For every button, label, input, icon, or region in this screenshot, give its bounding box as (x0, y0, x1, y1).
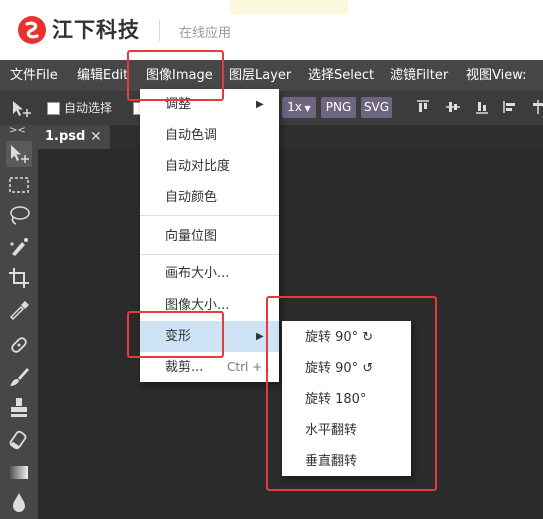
menu-divider (140, 215, 279, 216)
vector-bitmap-label: 向量位图 (165, 229, 218, 244)
eyedropper-icon (9, 301, 29, 321)
document-tab-bar: 1.psd ✕ (38, 125, 543, 149)
crop-icon (9, 268, 29, 288)
marquee-tool[interactable] (6, 172, 32, 198)
menu-select[interactable]: 选择Select (308, 60, 374, 91)
gradient-tool[interactable] (6, 459, 32, 485)
align-top-icon[interactable] (415, 99, 431, 115)
document-tab-label: 1.psd (45, 129, 86, 144)
align-bottom-icon[interactable] (474, 99, 490, 115)
menu-item-auto-contrast[interactable]: 自动对比度 (140, 151, 279, 182)
close-icon[interactable]: ✕ (90, 125, 102, 149)
eraser-icon (9, 430, 27, 450)
header-subtitle[interactable]: 在线应用 (179, 22, 231, 41)
auto-contrast-label: 自动对比度 (165, 159, 231, 174)
document-tab[interactable]: 1.psd ✕ (38, 125, 110, 149)
collapse-panel-icon[interactable]: >< (9, 125, 26, 136)
menu-item-canvas-size[interactable]: 画布大小... (140, 258, 279, 289)
brush-icon (10, 368, 29, 386)
submenu-arrow-icon: ▶ (256, 331, 264, 342)
svg-button[interactable]: SVG (361, 97, 392, 118)
healing-brush-icon (11, 337, 27, 353)
healing-brush-tool[interactable] (6, 332, 32, 358)
move-tool[interactable] (6, 141, 32, 167)
lasso-icon (10, 206, 30, 225)
auto-select-checkbox[interactable] (47, 102, 60, 115)
annotation-box-transform (127, 311, 224, 358)
crop-shortcut: Ctrl + . (227, 360, 270, 374)
menu-item-auto-tone[interactable]: 自动色调 (140, 120, 279, 151)
annotation-box-submenu (266, 296, 437, 491)
tools-panel: >< (0, 125, 38, 519)
menu-layer[interactable]: 图层Layer (229, 60, 291, 91)
marquee-icon (9, 177, 29, 193)
brand-name: 江下科技 (52, 18, 140, 42)
move-tool-icon[interactable] (11, 99, 33, 119)
stamp-icon (11, 398, 27, 417)
chevron-down-icon: ▼ (302, 104, 311, 113)
align-center-icon[interactable] (530, 99, 543, 115)
zoom-select[interactable]: 1x ▼ (282, 97, 316, 118)
gradient-icon (10, 466, 28, 479)
annotation-box-image-menu (127, 50, 224, 101)
menu-item-auto-color[interactable]: 自动颜色 (140, 182, 279, 213)
lasso-tool[interactable] (6, 203, 32, 229)
header-divider (159, 19, 160, 41)
menu-filter[interactable]: 滤镜Filter (390, 60, 448, 91)
menubar: 文件File 编辑Edit 图像Image 图层Layer 选择Select 滤… (0, 60, 543, 91)
quick-select-icon (10, 238, 28, 256)
stamp-tool[interactable] (6, 395, 32, 421)
submenu-arrow-icon: ▶ (256, 99, 264, 110)
quick-select-tool[interactable] (6, 234, 32, 260)
eyedropper-tool[interactable] (6, 296, 32, 322)
blurred-banner (230, 0, 348, 14)
menu-divider (140, 254, 279, 255)
auto-select-label: 自动选择 (64, 101, 113, 115)
app-header: 江下科技 在线应用 (0, 0, 543, 60)
auto-tone-label: 自动色调 (165, 128, 218, 143)
auto-color-label: 自动颜色 (165, 190, 218, 205)
png-button[interactable]: PNG (321, 97, 356, 118)
blur-drop-icon (13, 493, 25, 512)
zoom-value: 1x (287, 100, 303, 114)
menu-item-vector-bitmap[interactable]: 向量位图 (140, 221, 279, 252)
blur-tool[interactable] (6, 489, 32, 515)
eraser-tool[interactable] (6, 427, 32, 453)
crop-tool[interactable] (6, 265, 32, 291)
align-middle-icon[interactable] (445, 99, 461, 115)
brush-tool[interactable] (6, 364, 32, 390)
align-left-icon[interactable] (502, 99, 518, 115)
menu-file[interactable]: 文件File (10, 60, 58, 91)
canvas-size-label: 画布大小... (165, 266, 230, 281)
menu-view[interactable]: 视图View: (466, 60, 527, 91)
move-icon (11, 145, 29, 163)
menu-edit[interactable]: 编辑Edit (77, 60, 128, 91)
logo-icon (18, 16, 46, 44)
